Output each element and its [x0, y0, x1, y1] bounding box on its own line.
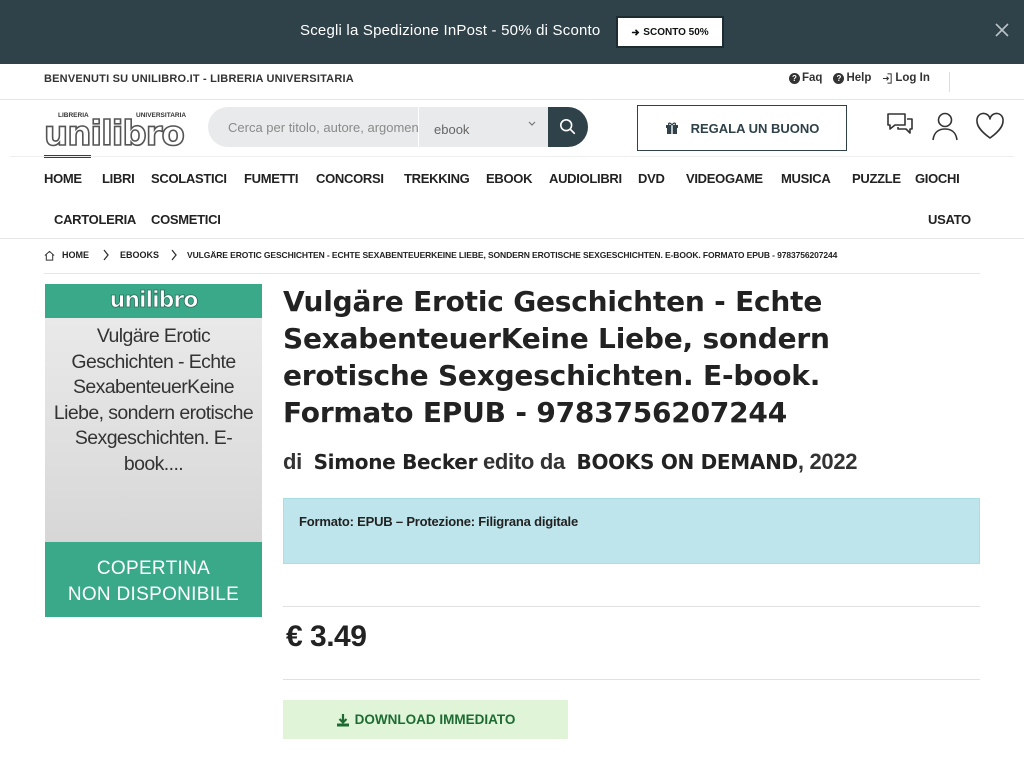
nav-item-audiolibri[interactable]: AUDIOLIBRI: [549, 171, 622, 186]
chevron-right-icon: [103, 249, 109, 261]
top-links: ? Faq ? Help Log In: [789, 72, 950, 92]
promo-discount-button[interactable]: SCONTO 50%: [616, 16, 724, 48]
nav-item-home[interactable]: HOME: [44, 171, 82, 186]
promo-text: Scegli la Spedizione InPost - 50% di Sco…: [300, 22, 601, 39]
nav-item-ebook[interactable]: EBOOK: [486, 171, 532, 186]
nav-item-fumetti[interactable]: FUMETTI: [244, 171, 299, 186]
download-icon: [336, 713, 349, 726]
login-label: Log In: [895, 72, 930, 84]
nav-item-cosmetici[interactable]: COSMETICI: [151, 212, 221, 227]
nav-divider: [0, 238, 1024, 239]
close-icon[interactable]: [992, 20, 1012, 40]
nav-item-puzzle[interactable]: PUZZLE: [852, 171, 901, 186]
cover-not-available: COPERTINA NON DISPONIBILE: [45, 556, 262, 608]
header-divider: [10, 156, 1014, 157]
nav-item-libri[interactable]: LIBRI: [102, 171, 135, 186]
divider: [949, 72, 950, 92]
nav-item-musica[interactable]: MUSICA: [781, 171, 831, 186]
logo-wordmark: unilibro: [43, 113, 185, 155]
publication-year: , 2022: [797, 449, 858, 474]
help-label: Help: [846, 72, 872, 84]
main-nav-row-2: CARTOLERIA COSMETICI USATO: [0, 212, 1024, 232]
promo-discount-label: SCONTO 50%: [643, 26, 709, 38]
cover-footer: COPERTINA NON DISPONIBILE: [45, 542, 262, 617]
chevron-down-icon: [528, 121, 536, 126]
format-info-text: Formato: EPUB – Protezione: Filigrana di…: [299, 514, 579, 529]
download-button[interactable]: DOWNLOAD IMMEDIATO: [283, 700, 568, 739]
byline-prefix: di: [283, 449, 302, 474]
user-account-icon[interactable]: [930, 110, 960, 142]
help-link[interactable]: ? Help: [833, 72, 871, 84]
chat-icon[interactable]: [885, 110, 915, 142]
nav-item-scolastici[interactable]: SCOLASTICI: [151, 171, 227, 186]
home-icon: [44, 250, 55, 261]
breadcrumb-current: VULGÄRE EROTIC GESCHICHTEN - ECHTE SEXAB…: [187, 250, 838, 260]
nav-item-trekking[interactable]: TREKKING: [404, 171, 470, 186]
nav-item-giochi[interactable]: GIOCHI: [915, 171, 960, 186]
top-info-bar: BENVENUTI SU UNILIBRO.IT - LIBRERIA UNIV…: [0, 64, 1024, 100]
heart-wishlist-icon[interactable]: [975, 110, 1005, 142]
nav-item-usato[interactable]: USATO: [928, 212, 971, 227]
gift-voucher-label: REGALA UN BUONO: [690, 120, 820, 136]
faq-link[interactable]: ? Faq: [789, 72, 822, 84]
faq-label: Faq: [802, 72, 823, 84]
search-button[interactable]: [548, 107, 588, 147]
question-circle-icon: ?: [789, 72, 800, 84]
search-input[interactable]: [208, 107, 418, 147]
chevron-right-icon: [171, 249, 177, 261]
main-nav-row-1: HOME LIBRI SCOLASTICI FUMETTI CONCORSI T…: [0, 171, 1024, 191]
arrow-right-icon: [632, 28, 640, 36]
search-icon: [559, 118, 576, 135]
search-category-select[interactable]: ebook: [418, 107, 548, 147]
cover-title: Vulgäre Erotic Geschichten - Echte Sexab…: [53, 325, 254, 475]
divider: [283, 679, 980, 680]
cover-header: unilibro: [45, 284, 262, 318]
promo-banner: Scegli la Spedizione InPost - 50% di Sco…: [0, 0, 1024, 64]
nav-item-cartoleria[interactable]: CARTOLERIA: [54, 212, 136, 227]
product-byline: di Simone Becker edito da BOOKS ON DEMAN…: [283, 449, 858, 475]
sign-in-icon: [883, 72, 893, 84]
nav-item-concorsi[interactable]: CONCORSI: [316, 171, 384, 186]
question-circle-icon: ?: [833, 72, 845, 84]
product-price: € 3.49: [286, 620, 367, 653]
cover-not-available-line1: COPERTINA: [96, 558, 211, 579]
search-category-value: ebook: [434, 122, 470, 137]
divider: [283, 606, 980, 607]
login-link[interactable]: Log In: [882, 72, 930, 84]
cover-not-available-line2: NON DISPONIBILE: [67, 584, 240, 605]
gift-voucher-button[interactable]: REGALA UN BUONO: [637, 105, 847, 151]
gift-icon: [665, 122, 678, 134]
download-label: DOWNLOAD IMMEDIATO: [354, 712, 516, 727]
nav-item-videogame[interactable]: VIDEOGAME: [686, 171, 763, 186]
author-link[interactable]: Simone Becker: [314, 450, 478, 474]
breadcrumb-ebooks[interactable]: EBOOKS: [120, 250, 159, 260]
welcome-text: BENVENUTI SU UNILIBRO.IT - LIBRERIA UNIV…: [44, 73, 354, 85]
cover-logo: unilibro: [109, 288, 198, 314]
publisher-link[interactable]: BOOKS ON DEMAND: [577, 450, 799, 474]
byline-edited-by: edito da: [482, 449, 565, 474]
nav-item-dvd[interactable]: DVD: [638, 171, 665, 186]
product-title: Vulgäre Erotic Geschichten - Echte Sexab…: [283, 285, 830, 429]
search-bar: ebook: [208, 107, 588, 147]
format-info-box: Formato: EPUB – Protezione: Filigrana di…: [283, 498, 980, 564]
breadcrumb-divider: [44, 273, 980, 274]
product-cover-image[interactable]: unilibro Vulgäre Erotic Geschichten - Ec…: [45, 284, 262, 617]
site-logo[interactable]: LIBRERIA UNIVERSITARIA unilibro: [43, 110, 192, 155]
breadcrumb: HOME EBOOKS VULGÄRE EROTIC GESCHICHTEN -…: [44, 248, 984, 266]
breadcrumb-home[interactable]: HOME: [62, 250, 89, 260]
